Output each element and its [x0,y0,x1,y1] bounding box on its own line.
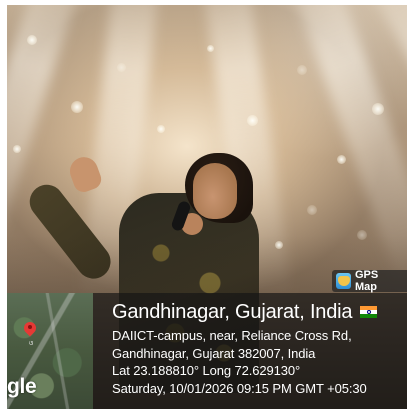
bokeh-light [372,103,384,115]
bokeh-light [297,65,307,75]
gps-map-camera-logo-icon [336,273,351,289]
gps-brand-label: GPS Map [354,269,379,293]
bokeh-light [207,45,214,52]
address-line-1: DAIICT-campus, near, Reliance Cross Rd, [112,328,352,343]
bokeh-light [13,145,21,153]
bokeh-light [307,205,317,215]
bokeh-light [247,115,258,126]
place-title-row: Gandhinagar, Gujarat, India [112,297,406,327]
bokeh-light [71,101,83,113]
performer-face [193,163,237,219]
datetime-text: Saturday, 10/01/2026 09:15 PM GMT +05:30 [112,380,367,396]
map-pin-icon [21,319,39,338]
bokeh-light [157,125,165,133]
gps-map-brand-badge: GPS Map [332,269,407,293]
coordinates-text: Lat 23.188810° Long 72.629130° [112,363,301,378]
map-place-label: ଓ [29,341,34,347]
place-title: Gandhinagar, Gujarat, India [112,300,353,323]
location-details: Gandhinagar, Gujarat, India DAIICT-campu… [112,297,406,397]
location-minimap: ଓ gle [7,293,93,409]
bokeh-light [337,155,346,164]
india-flag-icon [360,306,378,318]
bokeh-light [27,35,37,45]
map-provider-logo: gle [7,375,37,398]
bokeh-light [117,63,126,72]
photo-frame: GPS Map ଓ gle Gandhinagar, Gujarat, Indi… [7,5,407,409]
address-line-2: Gandhinagar, Gujarat 382007, India [112,345,316,361]
